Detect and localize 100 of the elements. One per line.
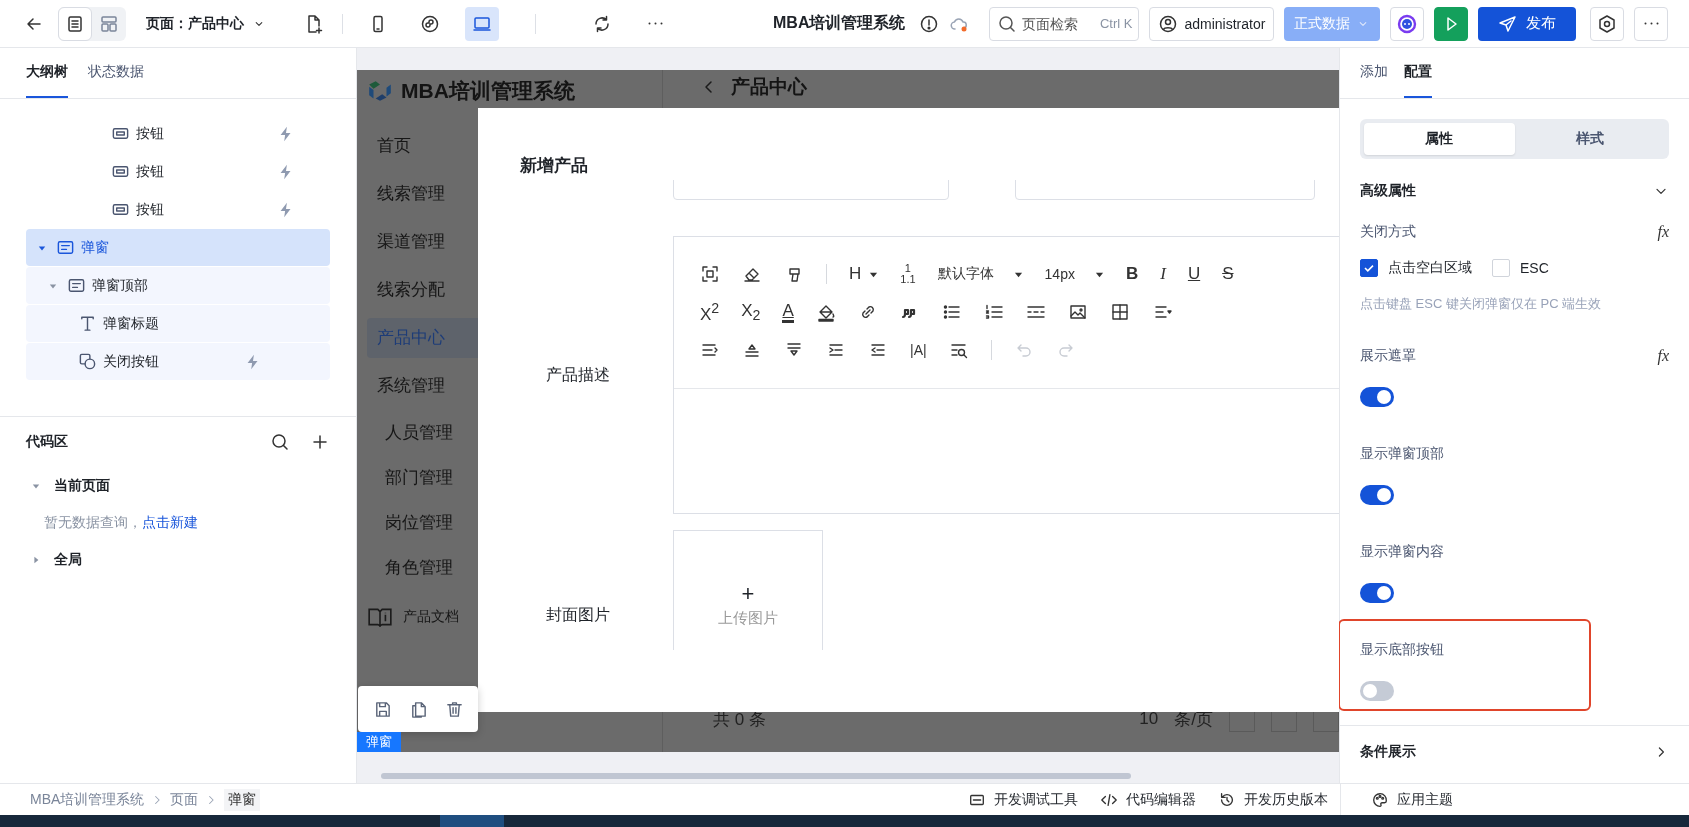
info-icon[interactable] [919, 13, 940, 34]
dev-tool-button[interactable]: 代码编辑器 [1100, 790, 1196, 809]
group-label[interactable]: 全局 [54, 551, 82, 569]
property-label: 关闭方式 [1360, 223, 1416, 241]
toolbar-dropdown[interactable]: 14px [1044, 266, 1104, 282]
create-link[interactable]: 点击新建 [142, 514, 198, 532]
expand-caret-icon[interactable] [49, 281, 57, 290]
numbered-list-icon[interactable] [983, 302, 1004, 322]
layout-icon [99, 13, 119, 34]
add-icon[interactable] [310, 432, 330, 452]
dev-tool-button[interactable]: 开发调试工具 [968, 790, 1078, 809]
tree-item[interactable]: 弹窗顶部 [26, 267, 330, 304]
upload-label: 上传图片 [718, 608, 778, 628]
shortcut-hint: Ctrl K [1099, 15, 1133, 31]
tree-item[interactable]: 按钮 [26, 191, 330, 228]
dev-tool-button[interactable]: 开发历史版本 [1218, 790, 1328, 809]
panel-tab[interactable]: 添加 [1360, 48, 1388, 98]
checkbox-label[interactable]: ESC [1520, 260, 1549, 276]
empty-hint: 暂无数据查询， [44, 514, 142, 532]
strikethrough-button[interactable]: S [1222, 264, 1234, 284]
paper-plane-icon [1498, 13, 1519, 34]
search-icon[interactable] [270, 432, 290, 452]
tree-item[interactable]: 弹窗标题 [26, 305, 330, 342]
property-label: 展示遮罩 [1360, 347, 1416, 365]
scrollbar[interactable] [381, 773, 1131, 779]
user-icon [1158, 13, 1179, 34]
more-icon[interactable] [648, 22, 663, 25]
breadcrumb-item[interactable]: 弹窗 [224, 788, 261, 811]
app-name: MBA培训管理系统 [401, 78, 575, 104]
app-title: MBA培训管理系统 [773, 13, 906, 33]
delete-icon[interactable] [444, 699, 464, 719]
selection-tag: 弹窗 [357, 732, 401, 752]
toggle-switch[interactable] [1360, 485, 1394, 505]
run-button[interactable] [1434, 6, 1469, 41]
bold-button[interactable]: B [1125, 264, 1139, 284]
settings-button[interactable] [1590, 6, 1625, 41]
desktop-view-button[interactable] [465, 6, 499, 41]
tree-item[interactable]: 按钮 [26, 115, 330, 152]
segment-tab[interactable]: 属性 [1364, 123, 1515, 155]
theme-button[interactable]: 应用主题 [1371, 790, 1453, 809]
fullscreen-icon[interactable] [700, 264, 720, 284]
image-icon[interactable] [1067, 302, 1088, 322]
expand-caret-icon[interactable] [32, 556, 40, 564]
script-button[interactable]: X$^{2}$ [700, 299, 720, 325]
hint-text: 点击键盘 ESC 键关闭弹窗仅在 PC 端生效 [1360, 295, 1603, 313]
section-title: 条件展示 [1360, 743, 1416, 761]
tree-item[interactable]: 关闭按钮 [26, 343, 330, 380]
document-view-button[interactable] [58, 6, 92, 41]
property-label: 显示弹窗内容 [1360, 543, 1444, 561]
assistant-button[interactable] [1390, 6, 1425, 41]
container-component-icon [67, 276, 86, 295]
letter-spacing-button[interactable]: |A| [910, 342, 927, 358]
toolbar-dropdown[interactable]: 默认字体 [937, 265, 1023, 283]
mini-program-icon [420, 13, 440, 34]
panel-tab[interactable]: 大纲树 [26, 48, 68, 98]
document-icon [65, 13, 85, 34]
refresh-icon[interactable] [592, 13, 612, 34]
italic-button[interactable]: I [1160, 264, 1166, 284]
publish-button[interactable]: 发布 [1478, 6, 1577, 41]
property-label: 显示弹窗顶部 [1360, 445, 1444, 463]
expand-caret-icon[interactable] [38, 243, 46, 252]
segment-tab[interactable]: 样式 [1514, 123, 1665, 155]
hexagon-settings-icon [1597, 13, 1618, 34]
page-selector[interactable]: 页面：产品中心 [146, 14, 266, 33]
heading-number-button[interactable]: 1 1.1 [900, 263, 916, 285]
panel-tab[interactable]: 状态数据 [88, 48, 144, 98]
image-upload[interactable]: + 上传图片 [673, 530, 823, 650]
table-icon[interactable] [1109, 302, 1130, 322]
underline-button[interactable]: U [1187, 264, 1201, 284]
breadcrumb-item[interactable]: 页面 [170, 790, 199, 809]
font-color-button[interactable]: A [782, 301, 794, 323]
section-title: 高级属性 [1360, 182, 1416, 200]
formula-icon[interactable]: fx [1657, 223, 1669, 241]
search-icon [997, 13, 1018, 34]
text-component-icon [78, 314, 97, 333]
logo-icon [367, 80, 393, 102]
bullet-list-icon[interactable] [941, 302, 962, 322]
group-label[interactable]: 当前页面 [54, 477, 110, 495]
container-component-icon [56, 238, 75, 257]
checkbox[interactable] [1360, 259, 1378, 277]
tree-item[interactable]: 按钮 [26, 153, 330, 190]
modal-title: 新增产品 [519, 155, 589, 177]
user-button[interactable]: administrator [1149, 6, 1275, 41]
tree-item[interactable]: 弹窗 [26, 229, 330, 266]
panel-tab[interactable]: 配置 [1404, 48, 1432, 98]
palette-icon [1371, 790, 1389, 809]
property-label: 显示底部按钮 [1360, 641, 1444, 659]
script-button[interactable]: X$_{2}$ [741, 300, 761, 324]
formula-icon[interactable]: fx [1657, 347, 1669, 365]
page-title: 产品中心 [731, 75, 807, 99]
section-title: 代码区 [26, 433, 69, 451]
toggle-switch[interactable] [1360, 681, 1394, 701]
robot-face-icon [1397, 13, 1418, 34]
toggle-switch[interactable] [1360, 583, 1394, 603]
heading-button[interactable]: H [849, 264, 879, 284]
toggle-switch[interactable] [1360, 387, 1394, 407]
expand-caret-icon[interactable] [32, 482, 40, 490]
checkbox-label[interactable]: 点击空白区域 [1388, 259, 1472, 277]
plus-sign: + [741, 582, 755, 605]
breadcrumb-item[interactable]: MBA培训管理系统 [30, 790, 145, 809]
